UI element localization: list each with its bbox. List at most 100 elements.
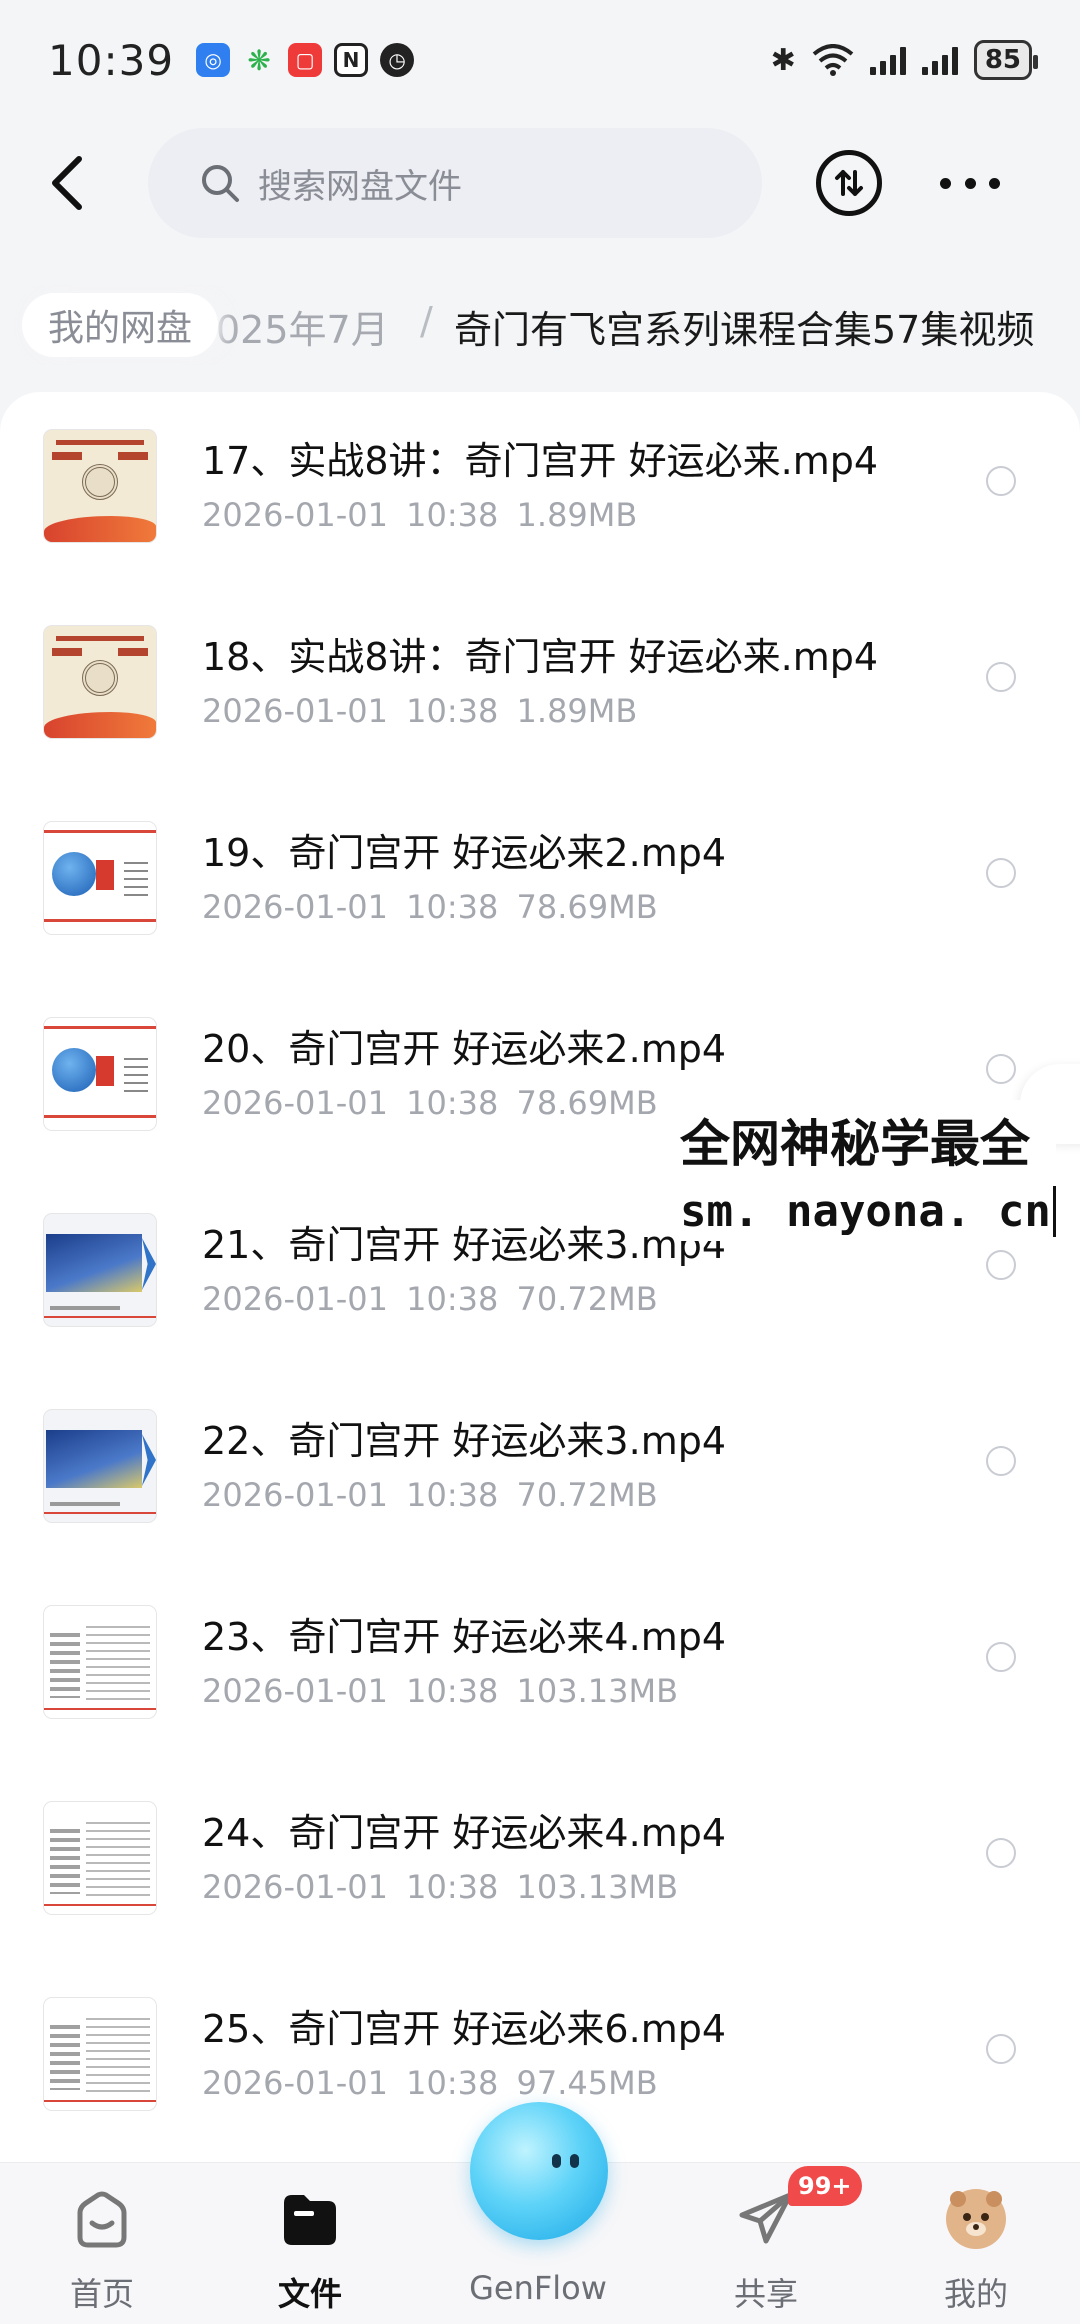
watermark-url: sm. nayona. cn: [680, 1186, 1056, 1237]
file-row[interactable]: 19、奇门宫开 好运必来2.mp4 2026-01-01 10:38 78.69M…: [0, 784, 1080, 980]
file-size: 97.45MB: [516, 2064, 658, 2102]
alarm-icon: ◷: [380, 43, 415, 77]
file-size: 78.69MB: [516, 1084, 658, 1122]
orb-eye-icon: [570, 2154, 579, 2168]
transfer-icon: [835, 170, 863, 196]
qq-icon: ◎: [196, 43, 231, 77]
file-date: 2026-01-01: [202, 2064, 388, 2102]
more-options-button[interactable]: [940, 166, 1000, 200]
file-meta: 2026-01-01 10:38 70.72MB: [202, 1476, 658, 1514]
file-name: 20、奇门宫开 好运必来2.mp4: [202, 1027, 727, 1071]
breadcrumb: 025年7月 我的网盘 / 奇门有飞宫系列课程合集57集视频: [0, 285, 1080, 365]
battery-level: 85: [984, 45, 1021, 75]
breadcrumb-root[interactable]: 我的网盘: [22, 293, 219, 357]
select-checkbox[interactable]: [986, 1250, 1016, 1280]
file-meta: 2026-01-01 10:38 78.69MB: [202, 888, 658, 926]
home-icon: [77, 2191, 127, 2248]
file-size: 1.89MB: [516, 496, 638, 534]
file-meta: 2026-01-01 10:38 1.89MB: [202, 496, 637, 534]
file-meta: 2026-01-01 10:38 1.89MB: [202, 692, 637, 730]
nav-home-label: 首页: [69, 2275, 134, 2313]
file-size: 70.72MB: [516, 1280, 658, 1318]
file-row[interactable]: 18、实战8讲：奇门宫开 好运必来.mp4 2026-01-01 10:38 1.…: [0, 588, 1080, 784]
file-row[interactable]: 17、实战8讲：奇门宫开 好运必来.mp4 2026-01-01 10:38 1.…: [0, 392, 1080, 588]
orb-eye-icon: [552, 2154, 561, 2168]
share-badge: 99+: [788, 2166, 862, 2206]
transfer-button[interactable]: [816, 150, 882, 216]
bluetooth-icon: ✱: [770, 42, 796, 78]
video-thumbnail: [44, 1410, 156, 1522]
breadcrumb-separator: /: [420, 299, 433, 343]
file-list: 17、实战8讲：奇门宫开 好运必来.mp4 2026-01-01 10:38 1.…: [0, 392, 1080, 2162]
breadcrumb-parent[interactable]: 025年7月: [216, 299, 389, 354]
file-size: 78.69MB: [516, 888, 658, 926]
file-name: 21、奇门宫开 好运必来3.mp4: [202, 1223, 727, 1267]
file-date: 2026-01-01: [202, 888, 388, 926]
file-date: 2026-01-01: [202, 1672, 388, 1710]
search-placeholder: 搜索网盘文件: [258, 166, 462, 207]
nav-mine[interactable]: 我的: [906, 2181, 1046, 2313]
file-date: 2026-01-01: [202, 1476, 388, 1514]
file-name: 17、实战8讲：奇门宫开 好运必来.mp4: [202, 439, 879, 483]
nav-files[interactable]: 文件: [240, 2181, 380, 2313]
select-checkbox[interactable]: [986, 662, 1016, 692]
file-name: 25、奇门宫开 好运必来6.mp4: [202, 2007, 727, 2051]
video-thumbnail: [44, 822, 156, 934]
file-name: 18、实战8讲：奇门宫开 好运必来.mp4: [202, 635, 879, 679]
file-date: 2026-01-01: [202, 1084, 388, 1122]
file-meta: 2026-01-01 10:38 103.13MB: [202, 1672, 678, 1710]
file-time: 10:38: [406, 1084, 499, 1122]
video-thumbnail: [44, 1606, 156, 1718]
file-name: 24、奇门宫开 好运必来4.mp4: [202, 1811, 727, 1855]
select-checkbox[interactable]: [986, 1838, 1016, 1868]
select-checkbox[interactable]: [986, 2034, 1016, 2064]
search-input[interactable]: 搜索网盘文件: [148, 128, 762, 238]
nav-mine-label: 我的: [943, 2275, 1008, 2313]
more-dot-icon: [940, 177, 951, 189]
file-time: 10:38: [406, 888, 499, 926]
video-thumbnail: [44, 1802, 156, 1914]
select-checkbox[interactable]: [986, 1054, 1016, 1084]
file-time: 10:38: [406, 1672, 499, 1710]
chevron-left-icon: [52, 156, 82, 210]
file-time: 10:38: [406, 496, 499, 534]
signal-icon-2: [921, 45, 958, 75]
status-time: 10:39: [48, 35, 175, 85]
nav-home[interactable]: 首页: [32, 2181, 172, 2313]
select-checkbox[interactable]: [986, 1446, 1016, 1476]
file-time: 10:38: [406, 1868, 499, 1906]
file-row[interactable]: 23、奇门宫开 好运必来4.mp4 2026-01-01 10:38 103.13…: [0, 1568, 1080, 1764]
more-dot-icon: [989, 177, 1000, 189]
file-size: 70.72MB: [516, 1476, 658, 1514]
battery-indicator: 85: [973, 40, 1039, 80]
folder-icon: [284, 2195, 336, 2245]
file-row[interactable]: 24、奇门宫开 好运必来4.mp4 2026-01-01 10:38 103.13…: [0, 1764, 1080, 1960]
video-thumbnail: [44, 1018, 156, 1130]
file-date: 2026-01-01: [202, 1868, 388, 1906]
back-button[interactable]: [36, 150, 96, 216]
file-meta: 2026-01-01 10:38 103.13MB: [202, 1868, 678, 1906]
select-checkbox[interactable]: [986, 466, 1016, 496]
select-checkbox[interactable]: [986, 858, 1016, 888]
avatar-icon: [946, 2189, 1006, 2249]
file-size: 103.13MB: [516, 1868, 679, 1906]
file-meta: 2026-01-01 10:38 78.69MB: [202, 1084, 658, 1122]
select-checkbox[interactable]: [986, 1642, 1016, 1672]
file-time: 10:38: [406, 2064, 499, 2102]
file-row[interactable]: 22、奇门宫开 好运必来3.mp4 2026-01-01 10:38 70.72M…: [0, 1372, 1080, 1568]
status-app-icons: ◎ ❋ ▢ N ◷: [196, 43, 415, 77]
video-thumbnail: [44, 1214, 156, 1326]
breadcrumb-current: 奇门有飞宫系列课程合集57集视频: [454, 308, 1035, 352]
file-time: 10:38: [406, 1280, 499, 1318]
mobile-icon: ❋: [247, 43, 271, 77]
genflow-orb-icon[interactable]: [470, 2102, 608, 2240]
file-time: 10:38: [406, 692, 499, 730]
file-meta: 2026-01-01 10:38 97.45MB: [202, 2064, 658, 2102]
file-time: 10:38: [406, 1476, 499, 1514]
video-icon: ▢: [288, 43, 323, 77]
video-thumbnail: [44, 430, 156, 542]
file-date: 2026-01-01: [202, 496, 388, 534]
file-size: 103.13MB: [516, 1672, 679, 1710]
watermark: 全网神秘学最全 sm. nayona. cn: [676, 1100, 1056, 1241]
file-size: 1.89MB: [516, 692, 638, 730]
